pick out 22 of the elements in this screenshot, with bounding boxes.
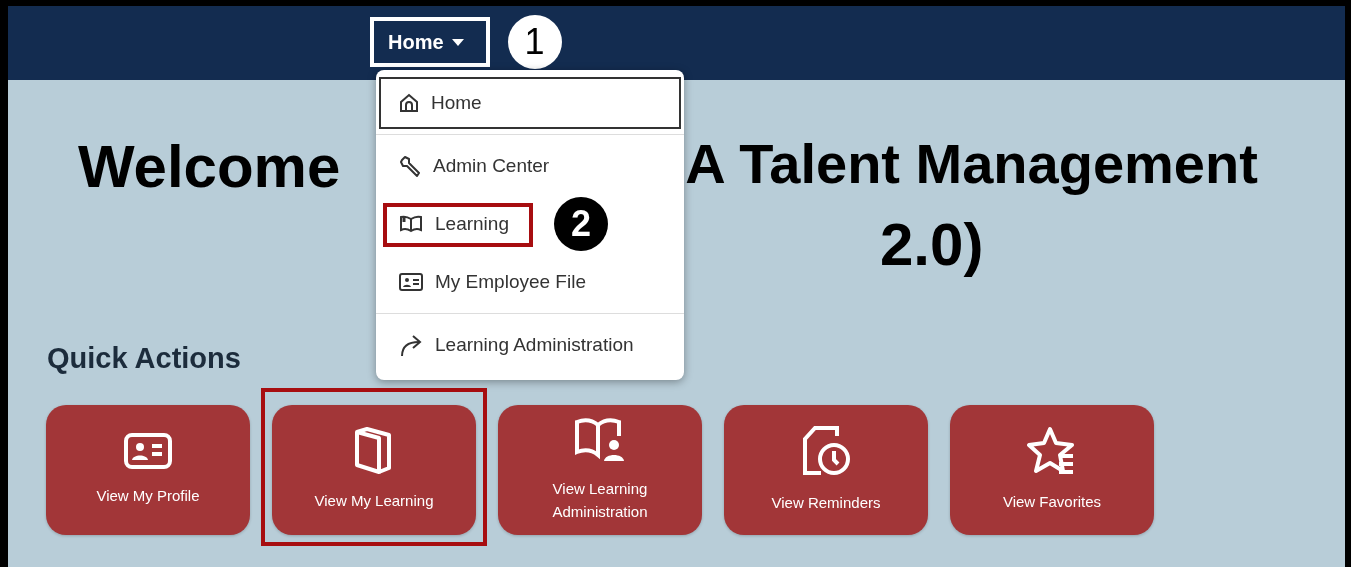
callout-number: 1 <box>507 15 562 69</box>
home-icon <box>399 93 419 113</box>
section-title: Quick Actions <box>47 342 241 375</box>
book-person-icon <box>574 416 626 463</box>
caret-icon <box>451 38 464 46</box>
id-card-icon <box>123 432 173 471</box>
quick-action-tile[interactable]: View Reminders <box>724 405 928 535</box>
quick-action-tile[interactable]: View Favorites <box>950 405 1154 535</box>
redirect-arrow-icon <box>399 333 423 357</box>
home-menu-button[interactable]: Home <box>370 17 490 67</box>
quick-action-tile[interactable]: View My Profile <box>46 405 250 535</box>
quick-action-tile[interactable]: View My Learning <box>272 405 476 535</box>
document-clock-icon <box>801 425 851 478</box>
star-list-icon <box>1027 426 1077 477</box>
book-icon <box>399 215 423 233</box>
quick-action-tile[interactable]: View Learning Administration <box>498 405 702 535</box>
welcome-heading: 2.0) <box>880 211 984 278</box>
welcome-heading: A Talent Management <box>685 131 1258 197</box>
menu-item[interactable]: Home <box>379 77 681 129</box>
id-card-icon <box>399 273 423 291</box>
welcome-heading: Welcome <box>78 132 341 202</box>
wrench-icon <box>399 155 421 177</box>
